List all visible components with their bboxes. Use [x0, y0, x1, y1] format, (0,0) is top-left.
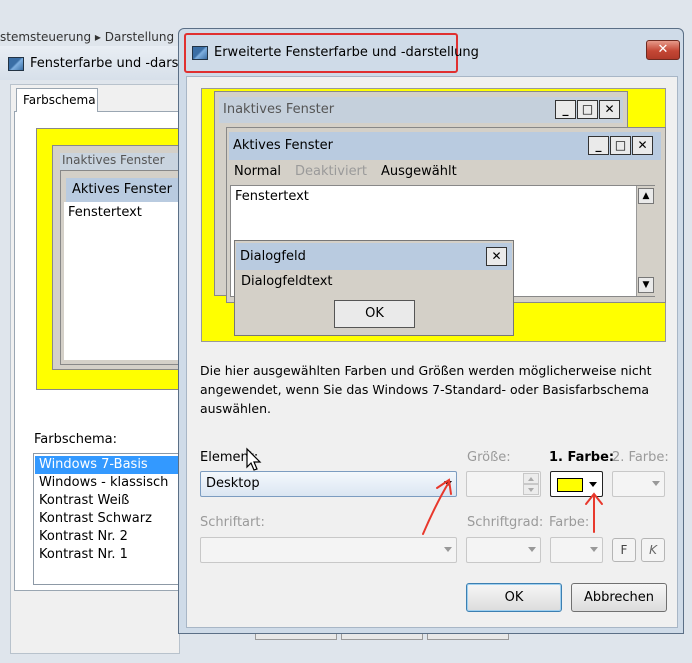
close-icon: ✕	[486, 247, 507, 266]
list-item[interactable]: Kontrast Schwarz	[35, 510, 178, 528]
dialog-title-text: Erweiterte Fensterfarbe und -darstellung	[214, 45, 479, 60]
background-preview-active-title: Aktives Fenster	[66, 178, 180, 202]
color2-label: 2. Farbe:	[612, 450, 669, 465]
tab-farbschema[interactable]: Farbschema	[16, 88, 98, 112]
font-size-label: Schriftgrad:	[467, 515, 544, 530]
chevron-down-icon	[590, 547, 598, 552]
list-item[interactable]: Windows - klassisch	[35, 474, 178, 492]
chevron-down-icon	[444, 481, 452, 486]
background-preview-inactive-title: Inaktives Fenster	[60, 153, 180, 171]
italic-button[interactable]: K	[641, 538, 665, 562]
font-size-dropdown[interactable]	[466, 537, 541, 563]
maximize-icon: □	[577, 100, 598, 119]
element-dropdown-value: Desktop	[206, 476, 260, 491]
cancel-button[interactable]: Abbrechen	[571, 583, 667, 612]
element-label: Element:	[200, 450, 259, 465]
color1-label: 1. Farbe:	[549, 450, 615, 465]
list-item[interactable]: Kontrast Nr. 1	[35, 546, 178, 564]
background-window-title-text: Fensterfarbe und -darstellung	[30, 56, 183, 71]
color-scheme-label: Farbschema:	[34, 432, 118, 447]
background-window-title: Fensterfarbe und -darstellung	[8, 52, 183, 76]
bold-button[interactable]: F	[612, 538, 636, 562]
preview-window-text[interactable]: Fenstertext	[235, 189, 309, 204]
chevron-down-icon	[444, 547, 452, 552]
chevron-down-icon	[528, 547, 536, 552]
color1-picker[interactable]	[550, 471, 603, 497]
size-label: Größe:	[467, 450, 511, 465]
background-preview-window-text: Fenstertext	[64, 202, 180, 360]
font-color-picker[interactable]	[550, 537, 603, 563]
preview-menu-bar[interactable]: Normal Deaktiviert Ausgewählt	[234, 162, 654, 182]
minimize-icon: _	[555, 100, 576, 119]
font-color-label: Farbe:	[549, 515, 590, 530]
font-label: Schriftart:	[200, 515, 265, 530]
size-stepper[interactable]	[466, 471, 541, 497]
minimize-icon: _	[588, 136, 609, 155]
list-item[interactable]: Kontrast Weiß	[35, 492, 178, 510]
color1-swatch	[557, 478, 583, 492]
chevron-down-icon	[589, 482, 597, 487]
close-icon: ✕	[599, 100, 620, 119]
preview-scrollbar[interactable]: ▲ ▼	[636, 186, 655, 296]
color-scheme-list[interactable]: Windows 7-Basis Windows - klassisch Kont…	[33, 453, 180, 585]
info-text: Die hier ausgewählten Farben und Größen …	[200, 363, 652, 416]
spin-up-icon[interactable]	[523, 473, 539, 484]
close-icon: ✕	[632, 136, 653, 155]
list-item[interactable]: Kontrast Nr. 2	[35, 528, 178, 546]
scroll-down-icon: ▼	[638, 277, 654, 293]
preview-dialog-title[interactable]: Dialogfeld	[236, 243, 512, 270]
preview-dialog-text[interactable]: Dialogfeldtext	[241, 274, 333, 289]
close-button[interactable]: ✕	[646, 40, 680, 60]
scroll-up-icon: ▲	[638, 188, 654, 204]
font-dropdown[interactable]	[200, 537, 457, 563]
ok-button[interactable]: OK	[466, 583, 562, 612]
list-item[interactable]: Windows 7-Basis	[35, 456, 178, 474]
preview-menu-disabled[interactable]: Deaktiviert	[295, 164, 367, 179]
maximize-icon: □	[610, 136, 631, 155]
element-dropdown[interactable]: Desktop	[200, 471, 457, 497]
display-settings-icon	[192, 46, 208, 60]
chevron-down-icon	[652, 481, 660, 486]
spin-down-icon[interactable]	[523, 484, 539, 495]
preview-ok-button[interactable]: OK	[334, 300, 415, 328]
preview-menu-normal[interactable]: Normal	[234, 164, 281, 179]
color2-picker[interactable]	[612, 471, 665, 497]
dialog-title: Erweiterte Fensterfarbe und -darstellung	[184, 33, 479, 73]
preview-menu-selected[interactable]: Ausgewählt	[381, 164, 457, 179]
display-settings-icon	[8, 56, 24, 71]
